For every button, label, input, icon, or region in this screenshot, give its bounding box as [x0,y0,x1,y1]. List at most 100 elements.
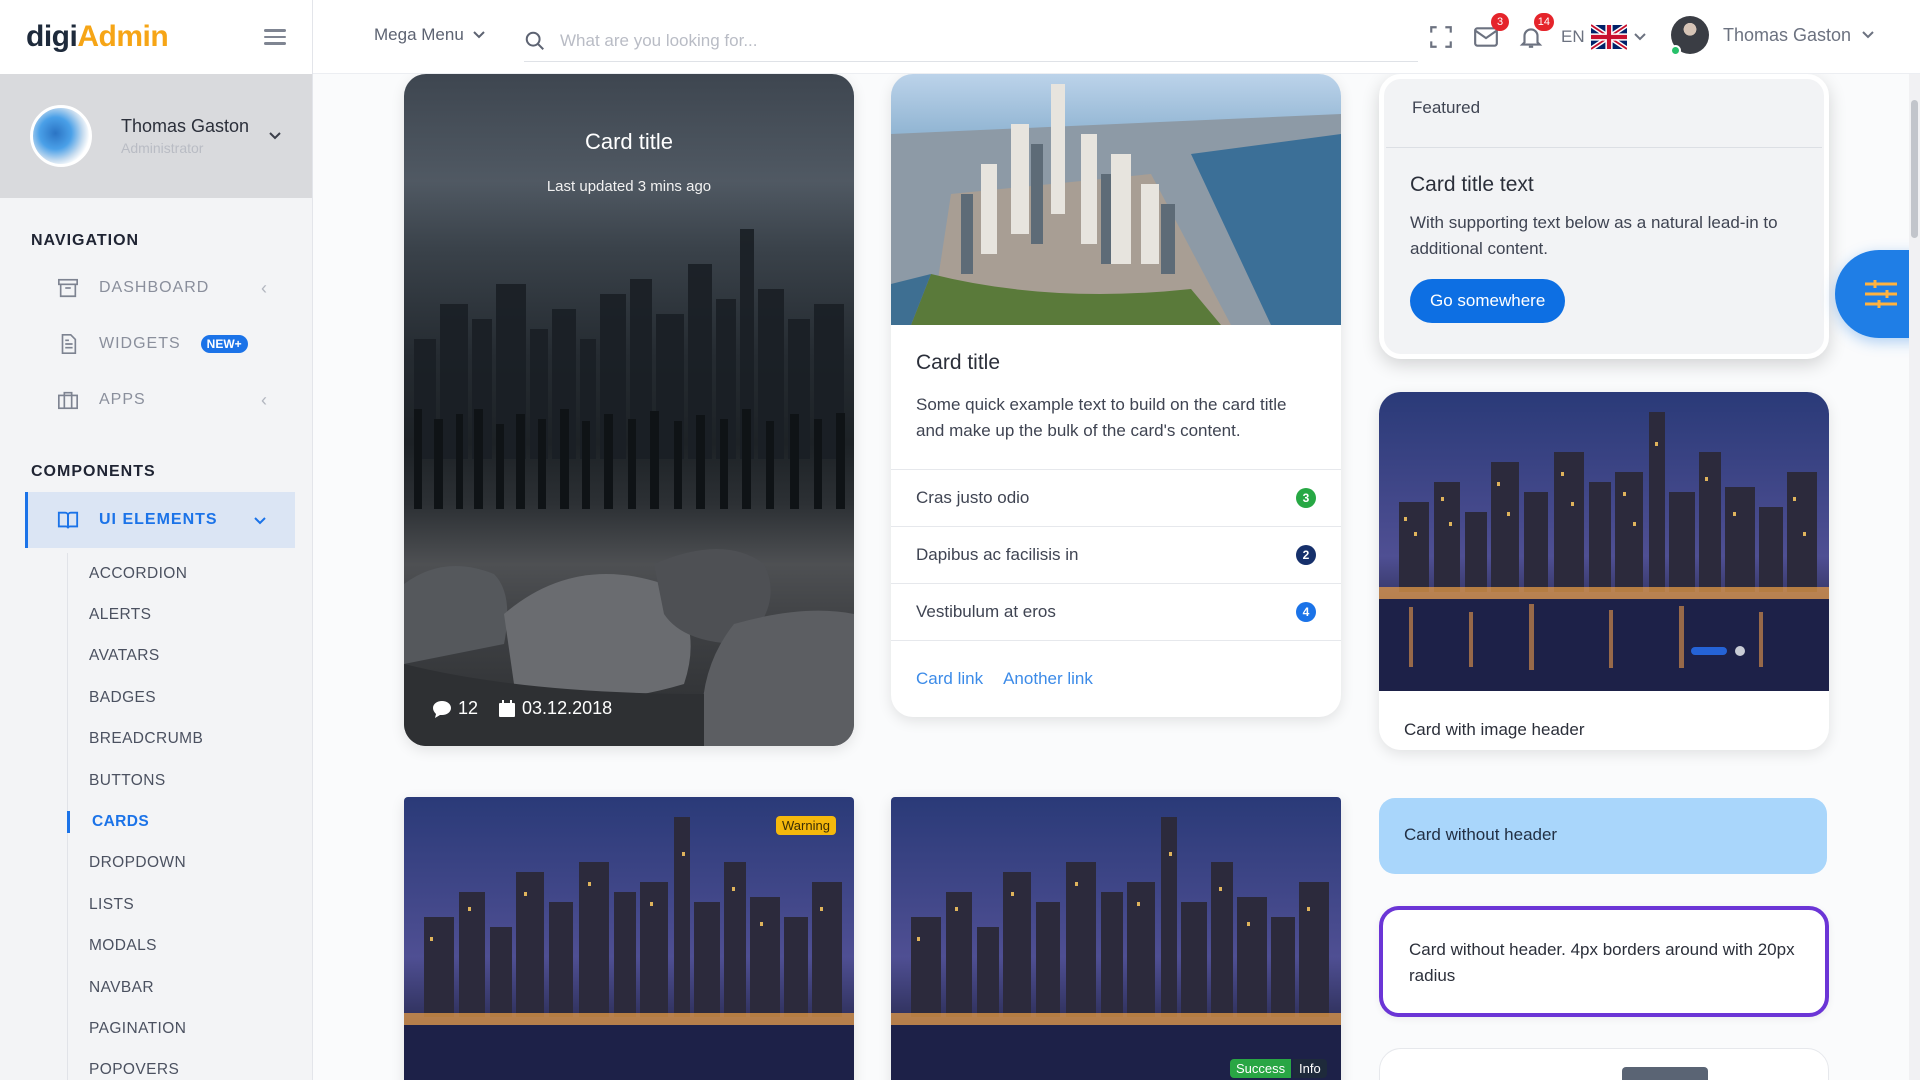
sidebar-item-label: UI ELEMENTS [99,511,218,528]
uk-flag-icon [1590,24,1627,50]
warning-badge: Warning [776,816,836,835]
sidebar-subitem-buttons[interactable]: BUTTONS [68,760,297,801]
image-card-warning[interactable]: Warning [404,797,854,1080]
sidebar-subitem-lists[interactable]: LISTS [68,884,297,925]
carousel-indicators [1691,646,1745,656]
card-footer-text: Card with image header [1404,720,1585,739]
night-skyline-image [891,797,1341,1080]
sidebar-subitem-modals[interactable]: MODALS [68,926,297,967]
avatar [30,105,92,167]
card-title: Card title text [1410,173,1534,196]
city-skyline-image [414,229,845,509]
card-title: Card title [916,351,1001,374]
card-text: With supporting text below as a natural … [1410,213,1778,258]
mega-menu-label: Mega Menu [374,25,464,44]
date-meta: 03.12.2018 [498,698,612,719]
sidebar-item-label: DASHBOARD [99,279,210,296]
top-header: Mega Menu 3 14 EN Thomas Gaston [313,0,1920,74]
sliders-icon [1865,280,1897,308]
list-item[interactable]: Cras justo odio 3 [891,469,1341,526]
overlay-image-card[interactable]: Card title Last updated 3 mins ago 12 03… [404,74,854,746]
scrollbar-thumb[interactable] [1911,100,1918,238]
sidebar-subitem-alerts[interactable]: ALERTS [68,594,297,635]
chevron-down-icon[interactable] [268,128,282,144]
header-user-menu[interactable]: Thomas Gaston [1670,16,1875,56]
components-heading: COMPONENTS [31,463,156,480]
comments-meta[interactable]: 12 [432,698,478,719]
card-links: Card link Another link [891,640,1341,717]
partial-card [1379,1048,1829,1080]
list-item-label: Vestibulum at eros [916,602,1056,621]
count-badge: 3 [1296,488,1316,508]
sidebar-item-dashboard[interactable]: DASHBOARD ‹ [25,260,295,316]
brand-logo[interactable]: digiAdmin [26,20,169,54]
sidebar-item-apps[interactable]: APPS ‹ [25,372,295,428]
settings-toggle-button[interactable] [1835,250,1920,338]
another-link[interactable]: Another link [1003,669,1093,689]
sidebar-subitem-badges[interactable]: BADGES [68,677,297,718]
list-item[interactable]: Vestibulum at eros 4 [891,583,1341,640]
sidebar-item-label: APPS [99,391,146,408]
hamburger-menu-icon[interactable] [264,29,286,45]
sidebar-item-widgets[interactable]: WIDGETS NEW+ [25,316,295,372]
language-selector[interactable]: EN [1561,24,1647,50]
list-item[interactable]: Dapibus ac facilisis in 2 [891,526,1341,583]
card-text: Some quick example text to build on the … [916,395,1287,440]
bordered-card: Card without header. 4px borders around … [1379,906,1829,1017]
carousel-indicator-active[interactable] [1691,647,1727,655]
archive-box-icon [58,278,78,298]
sidebar-subitem-accordion[interactable]: ACCORDION [68,553,297,594]
sidebar-subitem-avatars[interactable]: AVATARS [68,636,297,677]
mail-button[interactable]: 3 [1473,13,1509,50]
search-icon[interactable] [524,30,546,52]
sidebar-subitem-dropdown[interactable]: DROPDOWN [68,843,297,884]
search-input[interactable] [560,30,1360,51]
vertical-scrollbar[interactable] [1909,74,1920,1080]
card-meta: 12 03.12.2018 [432,698,612,719]
sidebar-subitem-breadcrumb[interactable]: BREADCRUMB [68,719,297,760]
header-user-name: Thomas Gaston [1723,24,1852,45]
list-item-label: Dapibus ac facilisis in [916,545,1079,564]
sidebar-item-ui-elements[interactable]: UI ELEMENTS [25,492,295,548]
image-card-success[interactable]: Success Info [891,797,1341,1080]
card-text: Card without header [1404,825,1558,844]
brand-logo-part1: digi [26,20,78,53]
featured-card: Featured Card title text With supporting… [1379,74,1829,359]
chevron-left-icon: ‹ [261,389,267,410]
count-badge: 4 [1296,602,1316,622]
document-icon [61,334,77,354]
sidebar-subitem-pagination[interactable]: PAGINATION [68,1008,297,1049]
fullscreen-icon[interactable] [1428,24,1454,50]
card-date: 03.12.2018 [522,698,613,718]
navigation-heading: NAVIGATION [31,232,140,249]
mega-menu-dropdown[interactable]: Mega Menu [374,25,486,45]
sidebar-subitem-cards[interactable]: CARDS [67,801,297,842]
search-bar [524,20,1418,62]
chevron-down-icon [1633,33,1646,41]
ui-elements-submenu: ACCORDION ALERTS AVATARS BADGES BREADCRU… [67,553,297,1080]
no-header-card: Card without header [1379,798,1827,874]
card-body: Card title Some quick example text to bu… [891,325,1341,444]
sidebar-item-label: WIDGETS [99,335,181,352]
card-thumbnail [1622,1067,1708,1080]
night-skyline-image [1379,392,1829,691]
mail-count-badge: 3 [1491,13,1509,31]
card-subtitle: Last updated 3 mins ago [546,178,712,195]
notification-count-badge: 14 [1533,13,1554,31]
online-status-dot [1670,45,1681,56]
chevron-down-icon [253,510,267,531]
sidebar-subitem-popovers[interactable]: POPOVERS [68,1050,297,1080]
sidebar: digiAdmin Thomas Gaston Administrator NA… [0,0,313,1080]
notifications-button[interactable]: 14 [1518,13,1554,50]
image-header-card: Card with image header [1379,392,1829,750]
go-somewhere-button[interactable]: Go somewhere [1410,279,1566,323]
sidebar-subitem-navbar[interactable]: NAVBAR [68,967,297,1008]
briefcase-icon [58,391,78,410]
card-link[interactable]: Card link [916,669,983,689]
comment-icon [433,700,451,718]
book-open-icon [57,511,79,529]
carousel-indicator[interactable] [1735,646,1745,656]
list-item-label: Cras justo odio [916,488,1030,507]
sidebar-user-panel[interactable]: Thomas Gaston Administrator [0,74,312,198]
card-title: Card title [584,129,674,154]
